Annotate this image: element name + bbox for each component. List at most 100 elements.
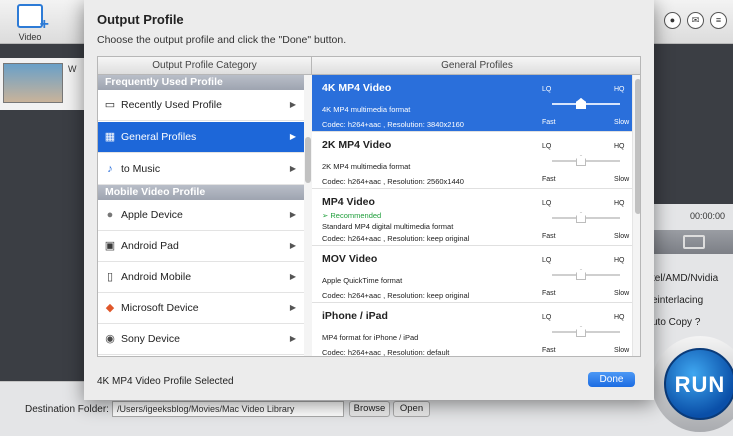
auto-copy-option[interactable]: uto Copy ? bbox=[652, 317, 701, 328]
quality-slider-track[interactable] bbox=[552, 160, 620, 162]
dialog-title: Output Profile bbox=[97, 12, 184, 27]
category-item-android-mobile[interactable]: ▯ Android Mobile ▶ bbox=[98, 262, 304, 293]
profile-item-4k-mp4[interactable]: 4K MP4 Video 4K MP4 multimedia format Co… bbox=[312, 75, 632, 132]
profile-description: 2K MP4 multimedia format bbox=[322, 162, 411, 171]
open-button[interactable]: Open bbox=[393, 401, 430, 417]
status-text: 4K MP4 Video Profile Selected bbox=[97, 376, 234, 387]
film-icon: ▦ bbox=[104, 131, 116, 143]
profile-item-mp4[interactable]: MP4 Video ➢ Recommended Standard MP4 dig… bbox=[312, 189, 632, 246]
profile-name: iPhone / iPad bbox=[322, 310, 388, 322]
profile-scrollbar-thumb[interactable] bbox=[635, 79, 640, 214]
chevron-right-icon: ▶ bbox=[289, 100, 296, 109]
profile-name: MP4 Video bbox=[322, 196, 375, 208]
profile-item-iphone-ipad[interactable]: iPhone / iPad MP4 format for iPhone / iP… bbox=[312, 303, 632, 357]
profile-item-mov[interactable]: MOV Video Apple QuickTime format Codec: … bbox=[312, 246, 632, 303]
lq-label: LQ bbox=[542, 200, 552, 207]
add-video-icon bbox=[17, 4, 49, 34]
deinterlacing-option[interactable]: einterlacing bbox=[652, 295, 704, 306]
hardware-accel-option[interactable]: tel/AMD/Nvidia bbox=[652, 273, 719, 284]
quality-slider-track[interactable] bbox=[552, 274, 620, 276]
time-display: 00:00:00 bbox=[690, 211, 726, 221]
quality-slider-track[interactable] bbox=[552, 331, 620, 333]
category-column-header: Output Profile Category bbox=[98, 57, 312, 75]
hq-label: HQ bbox=[614, 86, 625, 93]
section-header-mobile: Mobile Video Profile bbox=[98, 185, 304, 200]
profile-table: Output Profile Category General Profiles… bbox=[97, 56, 641, 357]
category-item-apple-device[interactable]: ● Apple Device ▶ bbox=[98, 200, 304, 231]
quality-slider-knob[interactable] bbox=[576, 155, 586, 166]
fast-label: Fast bbox=[542, 176, 556, 183]
hq-label: HQ bbox=[614, 257, 625, 264]
menu-icon[interactable]: ≡ bbox=[710, 12, 727, 29]
folder-icon: ▭ bbox=[104, 99, 116, 111]
chevron-right-icon: ▶ bbox=[289, 164, 296, 173]
category-label: General Profiles bbox=[121, 131, 197, 143]
video-tool-button[interactable]: Video bbox=[8, 4, 52, 42]
done-button[interactable]: Done bbox=[588, 372, 635, 387]
profile-description: 4K MP4 multimedia format bbox=[322, 105, 411, 114]
profile-name: 2K MP4 Video bbox=[322, 139, 392, 151]
category-label: Sony Device bbox=[121, 333, 180, 345]
output-profile-dialog: Output Profile Choose the output profile… bbox=[84, 0, 654, 400]
quality-slider-knob[interactable] bbox=[576, 98, 586, 109]
mail-icon[interactable]: ✉ bbox=[687, 12, 704, 29]
profile-name: 4K MP4 Video bbox=[322, 82, 392, 94]
category-item-android-pad[interactable]: ▣ Android Pad ▶ bbox=[98, 231, 304, 262]
profile-list: 4K MP4 Video 4K MP4 multimedia format Co… bbox=[312, 75, 640, 357]
run-button[interactable]: RUN bbox=[650, 336, 733, 436]
user-icon[interactable]: ● bbox=[664, 12, 681, 29]
browse-button[interactable]: Browse bbox=[349, 401, 390, 417]
sony-icon: ◉ bbox=[105, 333, 115, 345]
profile-codec: Codec: h264+aac , Resolution: 3840x2160 bbox=[322, 120, 464, 129]
category-label: Android Mobile bbox=[121, 271, 192, 283]
chevron-right-icon: ▶ bbox=[289, 303, 296, 312]
preview-area bbox=[652, 44, 733, 204]
fast-label: Fast bbox=[542, 119, 556, 126]
profile-name: MOV Video bbox=[322, 253, 378, 265]
profile-codec: Codec: h264+aac , Resolution: default bbox=[322, 348, 450, 357]
category-item-sony-device[interactable]: ◉ Sony Device ▶ bbox=[98, 324, 304, 355]
video-title-fragment: W bbox=[68, 64, 77, 74]
chevron-right-icon: ▶ bbox=[289, 334, 296, 343]
category-scrollbar[interactable] bbox=[304, 75, 312, 356]
destination-path-field[interactable]: /Users/igeeksblog/Movies/Mac Video Libra… bbox=[112, 401, 344, 417]
profile-description: Apple QuickTime format bbox=[322, 276, 403, 285]
destination-label: Destination Folder: bbox=[25, 404, 109, 415]
quality-slider-knob[interactable] bbox=[576, 212, 586, 223]
fast-label: Fast bbox=[542, 290, 556, 297]
category-label: Android Pad bbox=[121, 240, 179, 252]
profile-scrollbar[interactable] bbox=[632, 75, 640, 356]
video-list-item[interactable]: W bbox=[0, 58, 84, 110]
profile-codec: Codec: h264+aac , Resolution: keep origi… bbox=[322, 291, 470, 300]
category-item-to-music[interactable]: ♪ to Music ▶ bbox=[98, 154, 304, 185]
slow-label: Slow bbox=[614, 119, 630, 126]
slow-label: Slow bbox=[614, 176, 630, 183]
category-item-microsoft-device[interactable]: ◆ Microsoft Device ▶ bbox=[98, 293, 304, 324]
lq-label: LQ bbox=[542, 257, 552, 264]
chevron-right-icon: ▶ bbox=[289, 210, 296, 219]
profile-item-2k-mp4[interactable]: 2K MP4 Video 2K MP4 multimedia format Co… bbox=[312, 132, 632, 189]
toolbar-right-icons: ● ✉ ≡ bbox=[664, 12, 727, 29]
auto-copy-label: uto Copy bbox=[652, 317, 693, 328]
profile-description: Standard MP4 digital multimedia format bbox=[322, 222, 454, 231]
quality-slider-knob[interactable] bbox=[576, 269, 586, 280]
category-label: Recently Used Profile bbox=[121, 99, 222, 111]
chevron-right-icon: ▶ bbox=[289, 272, 296, 281]
slow-label: Slow bbox=[614, 290, 630, 297]
hq-label: HQ bbox=[614, 200, 625, 207]
section-header-frequent: Frequently Used Profile bbox=[98, 75, 304, 90]
quality-slider-knob[interactable] bbox=[576, 326, 586, 337]
android-pad-icon: ▣ bbox=[104, 240, 116, 252]
category-item-recently-used[interactable]: ▭ Recently Used Profile ▶ bbox=[98, 90, 304, 121]
category-label: Apple Device bbox=[121, 209, 183, 221]
quality-slider-track[interactable] bbox=[552, 217, 620, 219]
lq-label: LQ bbox=[542, 86, 552, 93]
category-item-general-profiles[interactable]: ▦ General Profiles ▶ bbox=[98, 122, 304, 153]
folder-icon[interactable] bbox=[683, 235, 705, 249]
hq-label: HQ bbox=[614, 143, 625, 150]
category-scrollbar-thumb[interactable] bbox=[305, 137, 311, 183]
quality-slider-track[interactable] bbox=[552, 103, 620, 105]
hq-label: HQ bbox=[614, 314, 625, 321]
help-icon[interactable]: ? bbox=[695, 317, 701, 328]
run-button-ring: RUN bbox=[652, 336, 733, 432]
